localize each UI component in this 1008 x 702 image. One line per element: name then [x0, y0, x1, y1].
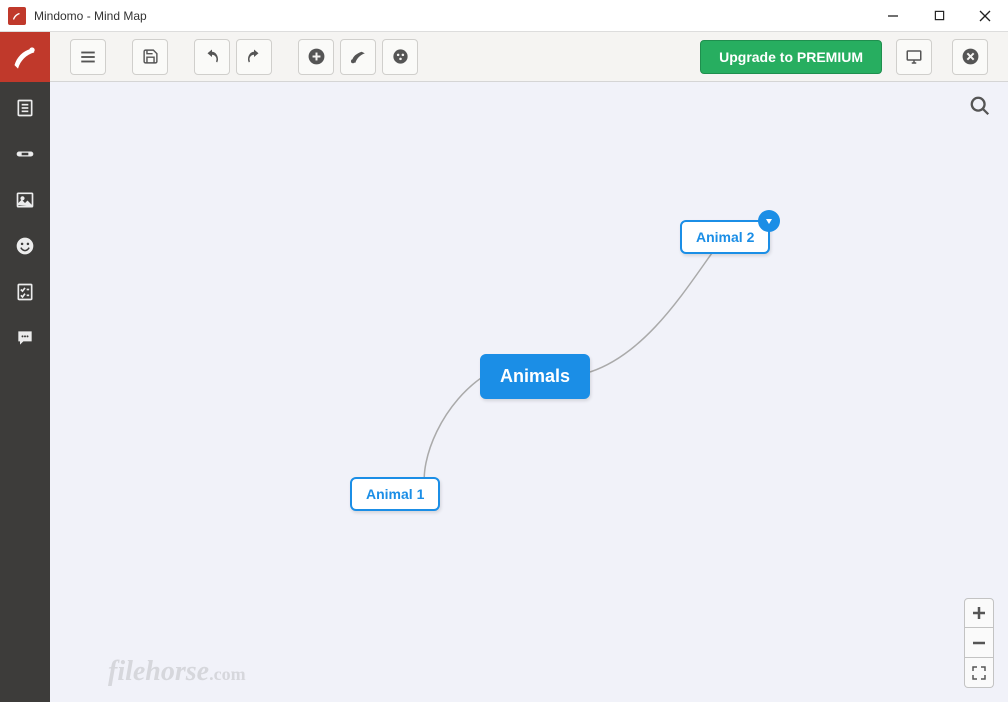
- notes-icon[interactable]: [12, 96, 38, 120]
- task-icon[interactable]: [12, 280, 38, 304]
- upgrade-button[interactable]: Upgrade to PREMIUM: [700, 40, 882, 74]
- window-title: Mindomo - Mind Map: [34, 9, 870, 23]
- link-icon[interactable]: [12, 142, 38, 166]
- minimize-button[interactable]: [870, 0, 916, 31]
- zoom-controls: [964, 598, 994, 688]
- app-icon: [8, 7, 26, 25]
- theme-button[interactable]: [382, 39, 418, 75]
- undo-button[interactable]: [194, 39, 230, 75]
- main: Animals Animal 1 Animal 2: [0, 82, 1008, 702]
- maximize-button[interactable]: [916, 0, 962, 31]
- image-icon[interactable]: [12, 188, 38, 212]
- close-button[interactable]: [952, 39, 988, 75]
- watermark: filehorse.com: [108, 656, 246, 688]
- child-node-2[interactable]: Animal 2: [680, 220, 770, 254]
- root-node[interactable]: Animals: [480, 354, 590, 399]
- sidebar: [0, 82, 50, 702]
- zoom-in-button[interactable]: [964, 598, 994, 628]
- redo-button[interactable]: [236, 39, 272, 75]
- save-button[interactable]: [132, 39, 168, 75]
- zoom-fit-button[interactable]: [964, 658, 994, 688]
- close-window-button[interactable]: [962, 0, 1008, 31]
- connect-button[interactable]: [340, 39, 376, 75]
- presentation-button[interactable]: [896, 39, 932, 75]
- window-controls: [870, 0, 1008, 31]
- child-node-2-label: Animal 2: [696, 229, 754, 245]
- search-icon[interactable]: [966, 92, 994, 120]
- titlebar: Mindomo - Mind Map: [0, 0, 1008, 32]
- add-button[interactable]: [298, 39, 334, 75]
- logo[interactable]: [0, 32, 50, 82]
- child-node-1[interactable]: Animal 1: [350, 477, 440, 511]
- toolbar: Upgrade to PREMIUM: [0, 32, 1008, 82]
- emoji-icon[interactable]: [12, 234, 38, 258]
- comment-icon[interactable]: [12, 326, 38, 350]
- node-expand-handle[interactable]: [758, 210, 780, 232]
- zoom-out-button[interactable]: [964, 628, 994, 658]
- menu-button[interactable]: [70, 39, 106, 75]
- canvas[interactable]: Animals Animal 1 Animal 2: [50, 82, 1008, 702]
